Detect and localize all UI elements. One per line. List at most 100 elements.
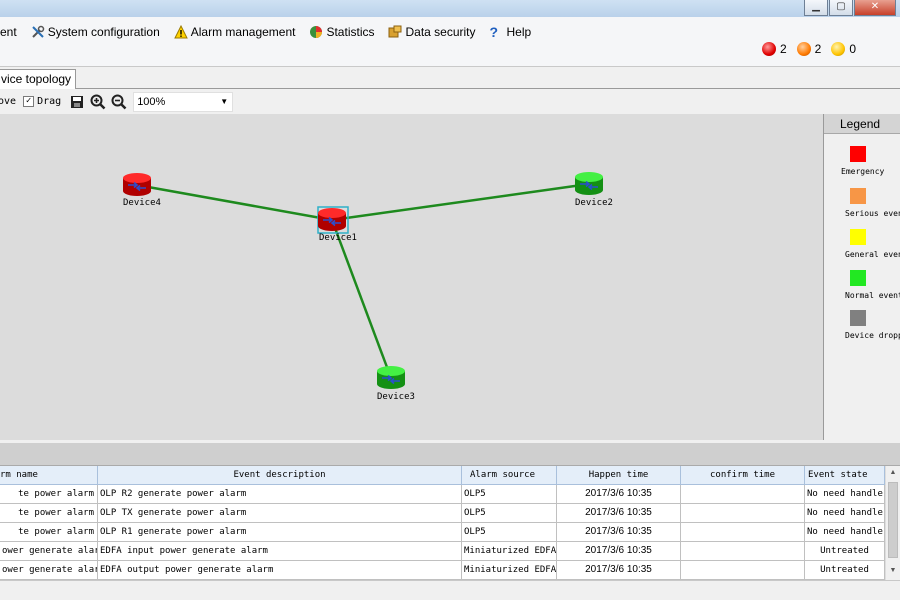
alarm-source-cell: OLP5	[462, 485, 557, 504]
table-row[interactable]: te power alarm OLP R1 generate power alar…	[0, 523, 885, 542]
legend-item: Normal event	[824, 270, 900, 310]
link-device1-device3	[330, 219, 393, 379]
chevron-down-icon: ▼	[220, 96, 229, 106]
table-header-row: rm name Event description Alarm source H…	[0, 466, 885, 485]
general-alarm-counter[interactable]: 0	[831, 42, 856, 56]
menu-item-label: Data security	[405, 25, 476, 39]
confirm-time-cell	[681, 542, 805, 561]
event-description-cell: OLP R1 generate power alarm	[98, 523, 462, 542]
zoom-select[interactable]: 100% ▼	[133, 91, 234, 112]
legend-label: Serious even	[845, 209, 900, 218]
legend-item: Serious even	[824, 188, 900, 228]
column-header-event-state[interactable]: Event state	[805, 466, 885, 485]
minimize-button[interactable]: ▁	[804, 0, 828, 16]
panel-splitter[interactable]	[0, 440, 900, 466]
menu-item-data-security[interactable]: Data security	[388, 25, 476, 39]
link-device4-device1	[136, 183, 333, 222]
menu-item-system-configuration[interactable]: System configuration	[31, 25, 160, 39]
alarm-source-cell: OLP5	[462, 504, 557, 523]
drag-checkbox[interactable]: ✓	[23, 96, 35, 107]
status-bar	[0, 580, 900, 600]
emergency-count: 2	[779, 42, 787, 56]
alarm-name-cell: ower generate alarm	[0, 542, 98, 561]
menu-item-label: System configuration	[47, 25, 160, 39]
table-row[interactable]: te power alarm OLP R2 generate power alar…	[0, 485, 885, 504]
router-icon	[575, 172, 603, 195]
device-label: Device4	[123, 198, 161, 208]
help-icon: ?	[489, 24, 499, 40]
device-label: Device3	[377, 392, 415, 402]
alarm-source-cell: OLP5	[462, 523, 557, 542]
event-state-cell: No need handle	[805, 485, 885, 504]
maximize-button[interactable]: ▢	[829, 0, 853, 16]
zoom-out-icon[interactable]	[111, 94, 127, 110]
device-node-device1[interactable]	[317, 208, 347, 232]
column-header-happen-time[interactable]: Happen time	[557, 466, 681, 485]
menu-item-help[interactable]: ? Help	[490, 25, 532, 39]
event-description-cell: OLP TX generate power alarm	[98, 504, 462, 523]
table-row[interactable]: te power alarm OLP TX generate power alar…	[0, 504, 885, 523]
orange-alarm-icon	[796, 42, 811, 56]
device-node-device2[interactable]	[574, 172, 604, 196]
legend-swatch	[850, 146, 866, 162]
serious-alarm-counter[interactable]: 2	[796, 42, 822, 56]
happen-time-cell: 2017/3/6 10:35	[557, 485, 681, 504]
column-header-confirm-time[interactable]: confirm time	[681, 466, 805, 485]
alarm-name-cell: te power alarm	[0, 504, 98, 523]
legend-swatch	[850, 188, 866, 204]
close-button[interactable]: ✕	[854, 0, 896, 16]
drag-label[interactable]: Drag	[37, 96, 61, 107]
device-label: Device1	[319, 233, 357, 243]
event-table: rm name Event description Alarm source H…	[0, 466, 885, 580]
alarm-name-cell: ower generate alarm	[0, 561, 98, 580]
column-header-event-description[interactable]: Event description	[98, 466, 462, 485]
event-state-cell: Untreated	[805, 542, 885, 561]
menu-item-alarm-management[interactable]: Alarm management	[173, 24, 295, 39]
legend-item: General even	[824, 229, 900, 269]
column-header-alarm-name[interactable]: rm name	[0, 466, 98, 485]
move-label[interactable]: Move	[0, 96, 16, 107]
legend-swatch	[850, 229, 866, 245]
topology-canvas[interactable]: Device4 Device1 Device2 Device3	[0, 114, 823, 440]
legend-item: Emergency	[824, 146, 900, 186]
tab-device-topology[interactable]: vice topology	[0, 69, 76, 90]
happen-time-cell: 2017/3/6 10:35	[557, 542, 681, 561]
scroll-down-icon[interactable]: ▼	[886, 564, 900, 578]
menu-item-label: ent	[0, 25, 17, 39]
legend-label: Device dropp	[845, 331, 900, 340]
zoom-value: 100%	[137, 95, 166, 108]
table-row[interactable]: ower generate alarm EDFA input power gene…	[0, 542, 885, 561]
event-description-cell: OLP R2 generate power alarm	[98, 485, 462, 504]
event-state-cell: No need handle	[805, 523, 885, 542]
device-node-device4[interactable]	[122, 173, 152, 197]
confirm-time-cell	[681, 504, 805, 523]
router-icon	[377, 366, 405, 389]
table-row[interactable]: ower generate alarm EDFA output power gen…	[0, 561, 885, 580]
scroll-up-icon[interactable]: ▲	[886, 466, 900, 480]
alarm-counters: 2 2 0	[761, 42, 856, 56]
menu-item-label: Statistics	[326, 25, 375, 39]
save-icon[interactable]	[69, 94, 85, 110]
menu-item-device-management[interactable]: ent	[0, 25, 17, 39]
event-state-cell: No need handle	[805, 504, 885, 523]
alarm-name-cell: te power alarm	[0, 523, 98, 542]
menu-item-statistics[interactable]: Statistics	[309, 25, 374, 39]
legend-label: Normal event	[845, 291, 900, 300]
legend-label: Emergency	[841, 167, 885, 176]
legend-title: Legend	[824, 114, 900, 134]
zoom-in-icon[interactable]	[90, 94, 106, 110]
happen-time-cell: 2017/3/6 10:35	[557, 504, 681, 523]
column-header-alarm-source[interactable]: Alarm source	[462, 466, 557, 485]
yellow-alarm-icon	[831, 42, 846, 56]
window-title-bar: ▁ ▢ ✕	[0, 0, 900, 17]
confirm-time-cell	[681, 561, 805, 580]
link-device1-device2	[331, 182, 590, 222]
event-description-cell: EDFA output power generate alarm	[98, 561, 462, 580]
scroll-thumb[interactable]	[888, 482, 898, 558]
emergency-alarm-counter[interactable]: 2	[761, 42, 787, 56]
table-scrollbar[interactable]: ▲ ▼	[885, 466, 900, 580]
red-alarm-icon	[761, 42, 776, 56]
alarm-source-cell: Miniaturized EDFA7	[462, 561, 557, 580]
device-node-device3[interactable]	[376, 366, 406, 390]
serious-count: 2	[814, 42, 822, 56]
